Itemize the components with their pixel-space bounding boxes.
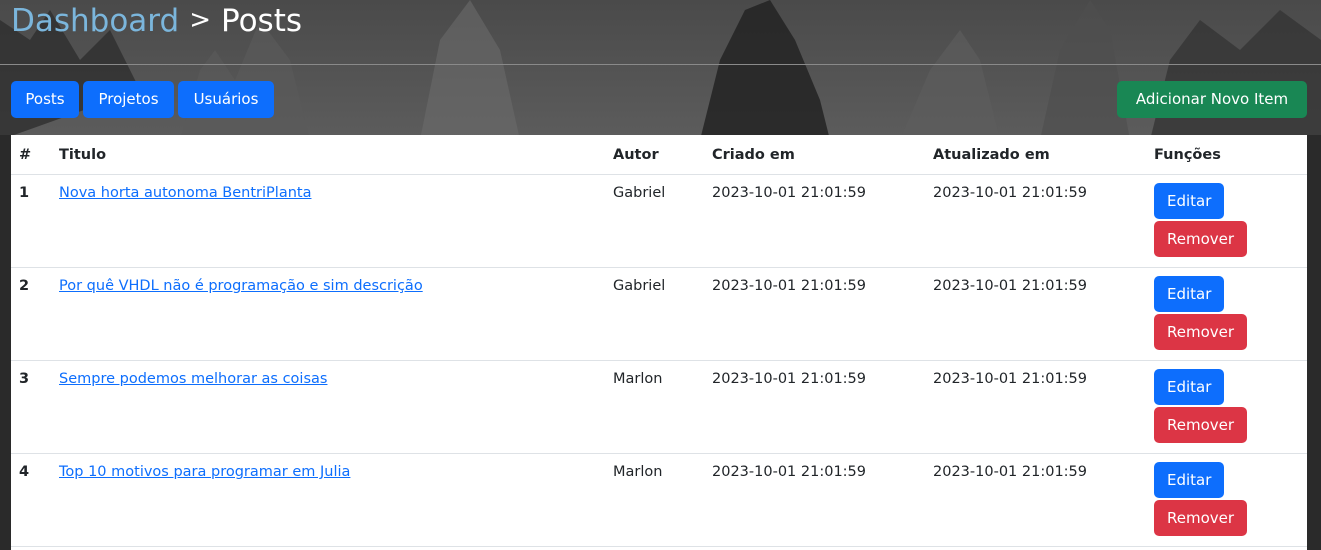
column-header-author: Autor [605, 135, 704, 175]
edit-button[interactable]: Editar [1154, 369, 1225, 405]
edit-button[interactable]: Editar [1154, 183, 1225, 219]
posts-table: # Titulo Autor Criado em Atualizado em F… [11, 135, 1307, 547]
row-updated: 2023-10-01 21:01:59 [925, 453, 1146, 547]
edit-button[interactable]: Editar [1154, 276, 1225, 312]
row-actions: Editar Remover [1146, 267, 1307, 361]
row-id: 4 [11, 453, 51, 547]
breadcrumb-dashboard-link[interactable]: Dashboard [11, 3, 179, 39]
nav-posts-button[interactable]: Posts [11, 81, 79, 118]
remove-button[interactable]: Remover [1154, 314, 1248, 350]
row-author: Marlon [605, 360, 704, 454]
row-title-cell: Sempre podemos melhorar as coisas [51, 360, 605, 454]
row-author: Gabriel [605, 267, 704, 361]
row-created: 2023-10-01 21:01:59 [704, 267, 925, 361]
row-title-cell: Por quê VHDL não é programação e sim des… [51, 267, 605, 361]
row-updated: 2023-10-01 21:01:59 [925, 360, 1146, 454]
row-id: 2 [11, 267, 51, 361]
nav-projetos-button[interactable]: Projetos [83, 81, 174, 118]
remove-button[interactable]: Remover [1154, 500, 1248, 536]
post-title-link[interactable]: Top 10 motivos para programar em Julia [59, 464, 350, 480]
post-title-link[interactable]: Por quê VHDL não é programação e sim des… [59, 278, 423, 294]
table-row: 3 Sempre podemos melhorar as coisas Marl… [11, 360, 1307, 454]
edit-button[interactable]: Editar [1154, 462, 1225, 498]
row-created: 2023-10-01 21:01:59 [704, 174, 925, 268]
page-title: Posts [220, 3, 302, 39]
table-row: 2 Por quê VHDL não é programação e sim d… [11, 267, 1307, 361]
post-title-link[interactable]: Nova horta autonoma BentriPlanta [59, 185, 311, 201]
column-header-created: Criado em [704, 135, 925, 175]
row-title-cell: Top 10 motivos para programar em Julia [51, 453, 605, 547]
row-id: 3 [11, 360, 51, 454]
breadcrumb-separator: > [189, 5, 211, 35]
row-actions: Editar Remover [1146, 360, 1307, 454]
column-header-updated: Atualizado em [925, 135, 1146, 175]
remove-button[interactable]: Remover [1154, 221, 1248, 257]
row-actions: Editar Remover [1146, 174, 1307, 268]
table-header-row: # Titulo Autor Criado em Atualizado em F… [11, 135, 1307, 175]
page-header: Dashboard > Posts [0, 0, 1321, 65]
table-row: 4 Top 10 motivos para programar em Julia… [11, 453, 1307, 547]
table-row: 1 Nova horta autonoma BentriPlanta Gabri… [11, 174, 1307, 268]
add-new-item-button[interactable]: Adicionar Novo Item [1117, 81, 1307, 118]
nav-usuarios-button[interactable]: Usuários [178, 81, 274, 118]
column-header-functions: Funções [1146, 135, 1307, 175]
column-header-number: # [11, 135, 51, 175]
column-header-title: Titulo [51, 135, 605, 175]
remove-button[interactable]: Remover [1154, 407, 1248, 443]
row-id: 1 [11, 174, 51, 268]
post-title-link[interactable]: Sempre podemos melhorar as coisas [59, 371, 327, 387]
row-updated: 2023-10-01 21:01:59 [925, 267, 1146, 361]
row-created: 2023-10-01 21:01:59 [704, 453, 925, 547]
posts-table-container: # Titulo Autor Criado em Atualizado em F… [11, 135, 1307, 550]
row-author: Gabriel [605, 174, 704, 268]
row-author: Marlon [605, 453, 704, 547]
row-created: 2023-10-01 21:01:59 [704, 360, 925, 454]
row-title-cell: Nova horta autonoma BentriPlanta [51, 174, 605, 268]
row-actions: Editar Remover [1146, 453, 1307, 547]
breadcrumb: Dashboard > Posts [11, 0, 302, 42]
row-updated: 2023-10-01 21:01:59 [925, 174, 1146, 268]
